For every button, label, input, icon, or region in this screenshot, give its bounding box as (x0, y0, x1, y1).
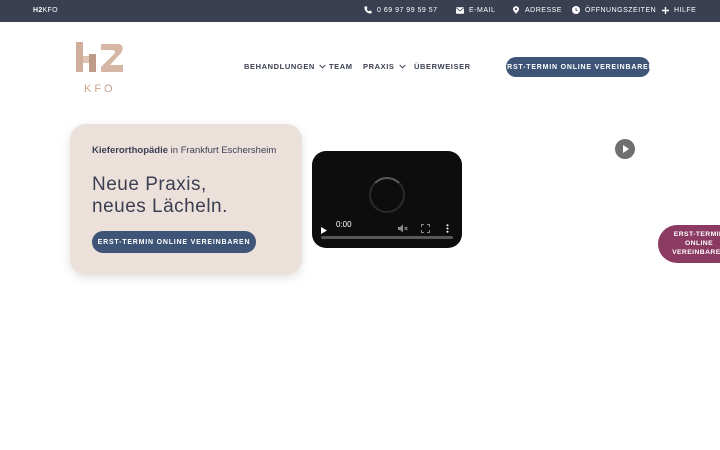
side-appointment-button[interactable]: ERST-TERMIN ONLINE VEREINBAREN (658, 225, 720, 263)
address-label: ADRESSE (525, 6, 562, 14)
hero-card: Kieferorthopädie in Frankfurt Eschershei… (70, 124, 302, 275)
hero-title: Neue Praxis, neues Lächeln. (92, 174, 228, 218)
email-label: E-MAIL (469, 6, 496, 14)
nav-team[interactable]: TEAM (329, 62, 353, 71)
nav-practice[interactable]: PRAXIS (363, 62, 406, 71)
hero-subtitle-rest: in Frankfurt Eschersheim (168, 145, 277, 156)
clock-icon (572, 6, 580, 14)
hero-appointment-button[interactable]: ERST-TERMIN ONLINE VEREINBAREN (92, 231, 256, 253)
top-brand[interactable]: H2KFO (33, 7, 58, 14)
loading-spinner-icon (369, 177, 405, 213)
hero-subtitle: Kieferorthopädie in Frankfurt Eschershei… (92, 143, 292, 159)
chevron-down-icon (319, 62, 326, 71)
chevron-down-icon (398, 62, 406, 71)
top-bar: H2KFO 0 69 97 99 59 57 E-MAIL ADRESSE ÖF… (0, 0, 720, 22)
plus-icon (661, 6, 669, 14)
video-time: 0:00 (336, 220, 352, 229)
hours-label: ÖFFNUNGSZEITEN (585, 6, 657, 14)
nav-referrer-label: ÜBERWEISER (414, 62, 471, 71)
phone-icon (364, 6, 372, 14)
address-link[interactable]: ADRESSE (512, 6, 562, 14)
top-brand-bold: H2 (33, 7, 43, 14)
nav-treatments-label: BEHANDLUNGEN (244, 62, 315, 71)
logo-text: KFO (84, 83, 116, 95)
help-link[interactable]: HILFE (661, 6, 696, 14)
hero-title-line1: Neue Praxis, (92, 174, 207, 195)
mail-icon (456, 6, 464, 14)
header-appointment-button[interactable]: ERST-TERMIN ONLINE VEREINBAREN (502, 57, 654, 77)
help-label: HILFE (674, 6, 697, 14)
video-progress-bar[interactable] (321, 236, 453, 239)
play-icon (622, 140, 629, 158)
nav-treatments[interactable]: BEHANDLUNGEN (244, 62, 326, 71)
hero-subtitle-bold: Kieferorthopädie (92, 145, 169, 156)
hours-link[interactable]: ÖFFNUNGSZEITEN (572, 6, 656, 14)
location-pin-icon (512, 6, 520, 14)
top-brand-rest: KFO (42, 7, 58, 14)
hero-title-line2: neues Lächeln. (92, 196, 228, 217)
phone-link[interactable]: 0 69 97 99 59 57 (364, 6, 438, 14)
floating-play-button[interactable] (615, 139, 635, 159)
email-link[interactable]: E-MAIL (456, 6, 495, 14)
nav-referrer[interactable]: ÜBERWEISER (414, 62, 471, 71)
nav-team-label: TEAM (329, 62, 353, 71)
phone-number: 0 69 97 99 59 57 (377, 6, 438, 14)
nav-practice-label: PRAXIS (363, 62, 395, 71)
video-player[interactable]: 0:00 (312, 151, 462, 248)
